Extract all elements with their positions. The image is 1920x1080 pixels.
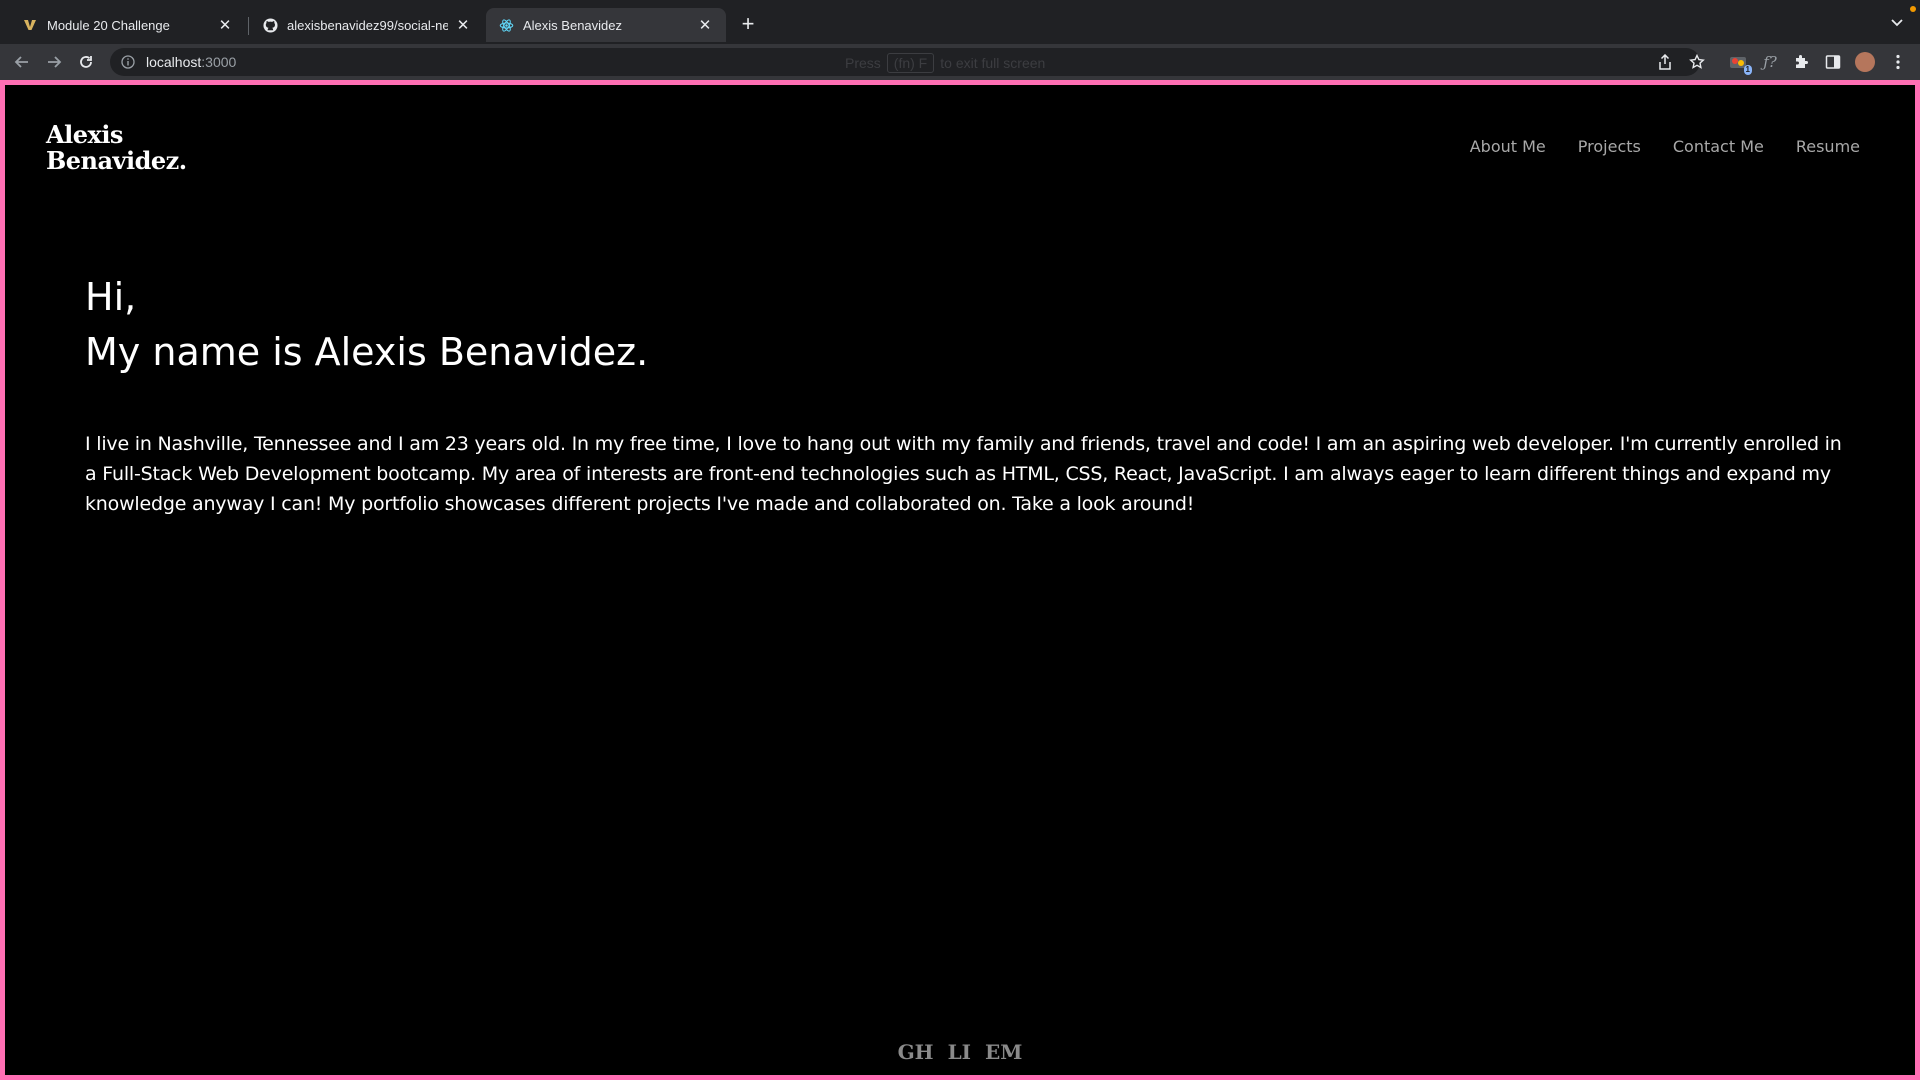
logo-line-2: Benavidez. [46,146,187,175]
footer-social-links: GH LI EM [5,1040,1915,1064]
side-panel-icon [1825,55,1841,69]
new-tab-button[interactable]: + [736,11,760,36]
page-viewport: Alexis Benavidez. About Me Projects Cont… [0,80,1920,1080]
url-port: :3000 [201,54,237,70]
share-icon [1659,54,1671,70]
arrow-right-icon [48,56,62,68]
url-host: localhost [146,54,202,70]
site-info-icon[interactable] [120,54,136,70]
menu-button[interactable] [1888,52,1908,72]
tab-alexis-benavidez[interactable]: Alexis Benavidez ✕ [486,8,726,42]
nav-about-me[interactable]: About Me [1470,137,1546,156]
logo-line-1: Alexis [46,120,123,149]
tab-github[interactable]: alexisbenavidez99/social-netw ✕ [250,8,484,42]
url-text[interactable]: localhost:3000 [146,54,236,70]
site-logo[interactable]: Alexis Benavidez. [46,122,187,174]
avatar [1855,52,1875,72]
formula-extension-button[interactable]: ƒ? [1760,52,1780,72]
footer-link-email[interactable]: EM [985,1040,1022,1064]
share-button[interactable] [1655,52,1675,72]
reload-icon [80,56,92,68]
close-tab-icon[interactable]: ✕ [454,16,472,34]
footer-link-github[interactable]: GH [898,1040,934,1064]
extension-badge: 1 [1743,65,1752,75]
bio-paragraph: I live in Nashville, Tennessee and I am … [85,433,1842,515]
address-bar[interactable]: localhost:3000 [110,48,1700,76]
reload-button[interactable] [74,50,98,74]
tab-separator [248,17,249,35]
github-icon [262,17,278,33]
greeting-hi: Hi, [85,275,137,319]
back-button[interactable] [10,50,34,74]
arrow-left-icon [14,56,28,68]
kebab-menu-icon [1896,54,1900,70]
bookmark-button[interactable] [1687,52,1707,72]
footer-link-linkedin[interactable]: LI [948,1040,971,1064]
function-icon: ƒ? [1763,53,1777,71]
nav-resume[interactable]: Resume [1796,137,1860,156]
tab-search-chevron-icon[interactable] [1888,14,1906,32]
tab-title: alexisbenavidez99/social-netw [287,17,448,33]
tab-title: Alexis Benavidez [523,17,622,33]
main-nav: About Me Projects Contact Me Resume [1470,137,1860,156]
tab-strip: Module 20 Challenge ✕ alexisbenavidez99/… [0,0,1920,44]
profile-button[interactable] [1855,52,1875,72]
react-icon [498,17,514,33]
extensions-button[interactable] [1791,52,1811,72]
tab-title: Module 20 Challenge [47,17,170,33]
star-icon [1689,54,1705,69]
greeting-name: My name is Alexis Benavidez. [85,330,649,374]
nav-projects[interactable]: Projects [1578,137,1641,156]
close-tab-icon[interactable]: ✕ [696,16,714,34]
extension-button[interactable]: 1 [1728,52,1752,75]
nav-contact-me[interactable]: Contact Me [1673,137,1764,156]
vanderbilt-v-icon [22,17,38,33]
side-panel-button[interactable] [1823,52,1843,72]
puzzle-icon [1796,55,1808,68]
close-tab-icon[interactable]: ✕ [216,16,234,34]
recording-indicator [1910,6,1916,12]
forward-button[interactable] [42,50,66,74]
browser-toolbar: localhost:3000 Press (fn) F to exit full… [0,44,1920,80]
tab-module-20[interactable]: Module 20 Challenge ✕ [10,8,246,42]
